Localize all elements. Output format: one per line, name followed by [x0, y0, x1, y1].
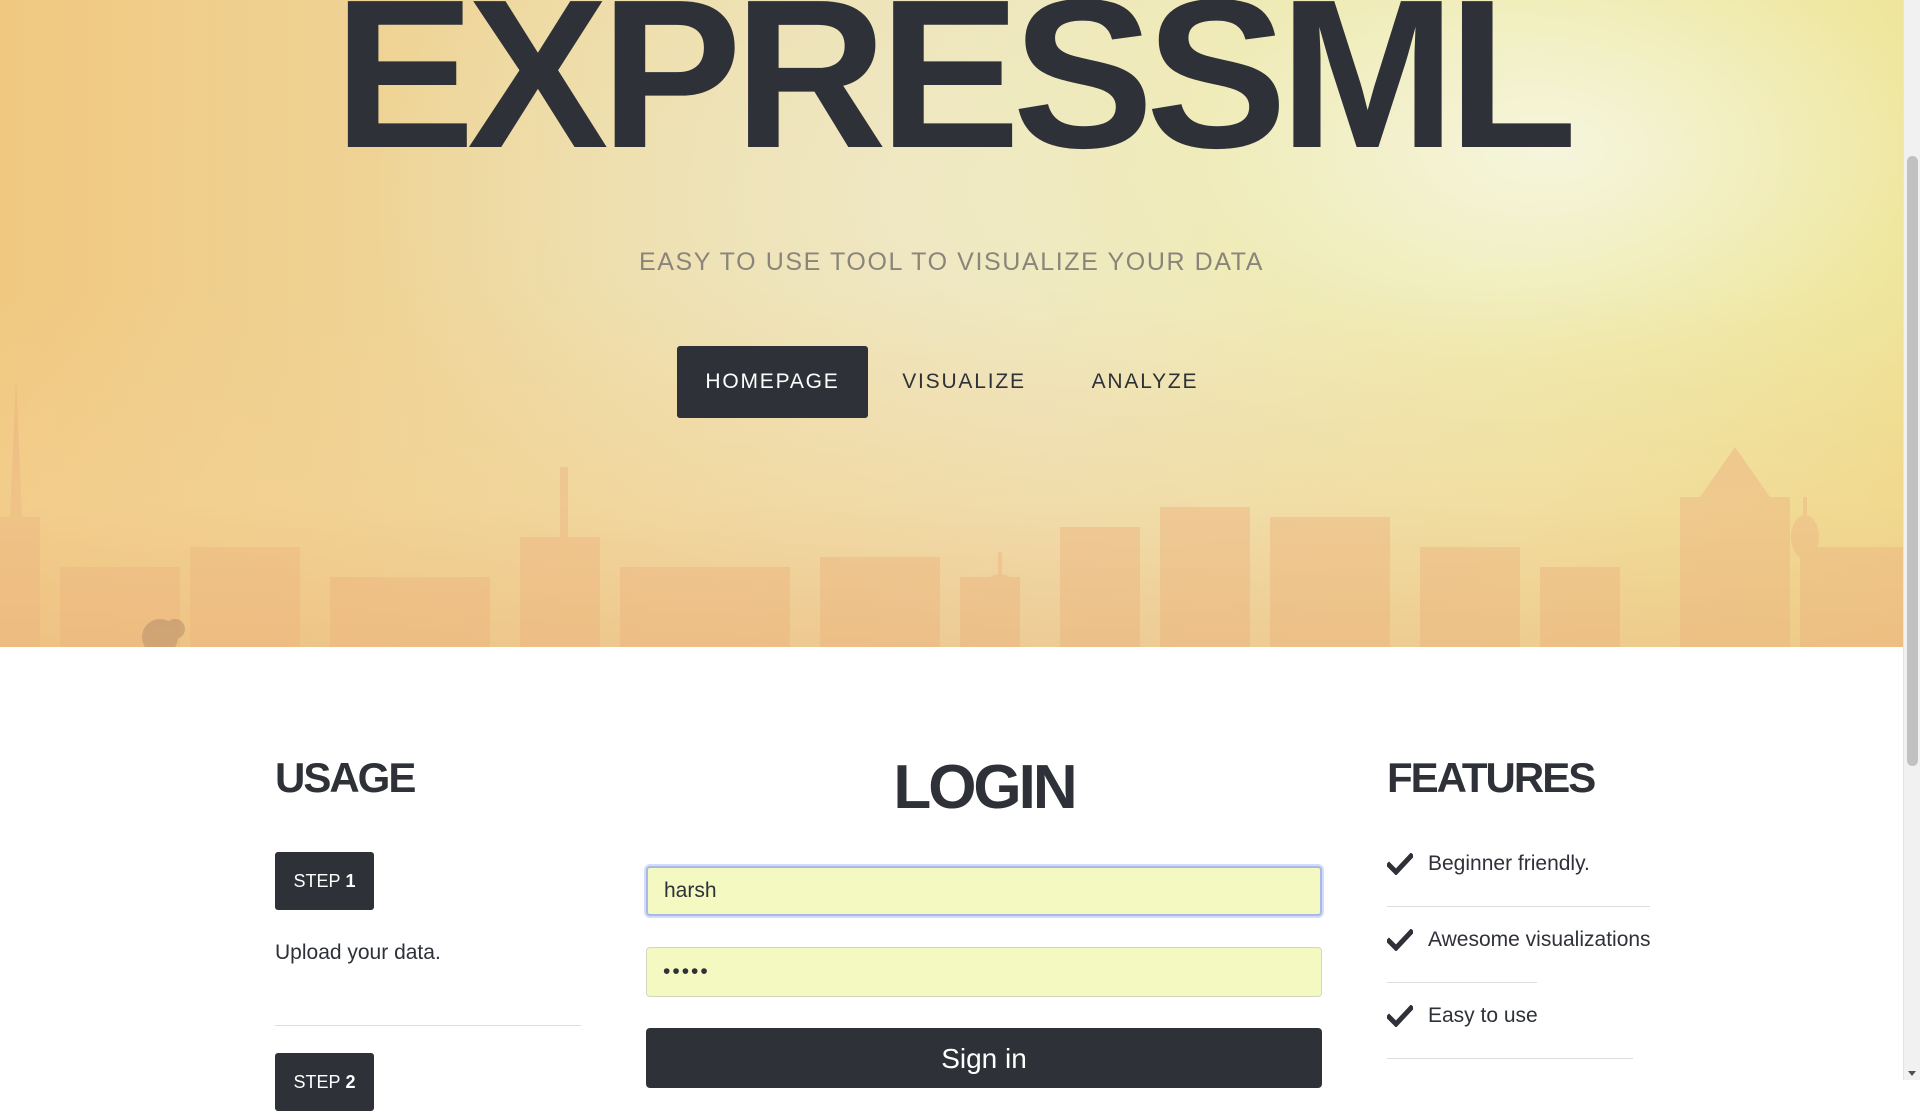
step-1-description: Upload your data. [275, 941, 441, 964]
nav-visualize[interactable]: VISUALIZE [868, 346, 1060, 418]
step-2-number: 2 [345, 1071, 356, 1092]
feature-label: Easy to use [1428, 1004, 1538, 1027]
feature-item: Easy to use [1387, 1004, 1538, 1028]
scrollbar-thumb[interactable] [1907, 156, 1918, 766]
username-input[interactable] [646, 866, 1322, 916]
feature-item: Beginner friendly. [1387, 852, 1590, 876]
scroll-down-arrow-icon[interactable] [1908, 1071, 1916, 1076]
site-tagline: EASY TO USE TOOL TO VISUALIZE YOUR DATA [638, 248, 1265, 276]
usage-divider [275, 1025, 581, 1026]
check-icon [1387, 929, 1413, 951]
password-input[interactable] [646, 947, 1322, 997]
hero-banner: EXPRESSML EASY TO USE TOOL TO VISUALIZE … [0, 0, 1903, 647]
feature-divider [1387, 1058, 1633, 1059]
feature-divider [1387, 982, 1537, 983]
site-title: EXPRESSML [333, 0, 1578, 192]
features-heading: FEATURES [1387, 754, 1596, 801]
step-1-prefix: STEP [293, 870, 341, 891]
hero-haze-overlay [0, 287, 1903, 647]
step-2-badge: STEP 2 [275, 1053, 374, 1111]
login-heading: LOGIN [893, 753, 1077, 822]
nav-homepage[interactable]: HOMEPAGE [677, 346, 868, 418]
main-nav: HOMEPAGE VISUALIZE ANALYZE [677, 346, 1230, 418]
feature-label: Beginner friendly. [1428, 852, 1590, 875]
page-scrollbar[interactable] [1903, 0, 1920, 1080]
step-2-prefix: STEP [293, 1071, 341, 1092]
check-icon [1387, 1005, 1413, 1027]
feature-label: Awesome visualizations [1428, 928, 1651, 951]
sign-in-button[interactable]: Sign in [646, 1028, 1322, 1088]
step-1-number: 1 [345, 870, 356, 891]
usage-heading: USAGE [275, 754, 416, 801]
nav-analyze[interactable]: ANALYZE [1060, 346, 1230, 418]
feature-item: Awesome visualizations [1387, 928, 1651, 952]
check-icon [1387, 853, 1413, 875]
step-1-badge: STEP 1 [275, 852, 374, 910]
feature-divider [1387, 906, 1650, 907]
